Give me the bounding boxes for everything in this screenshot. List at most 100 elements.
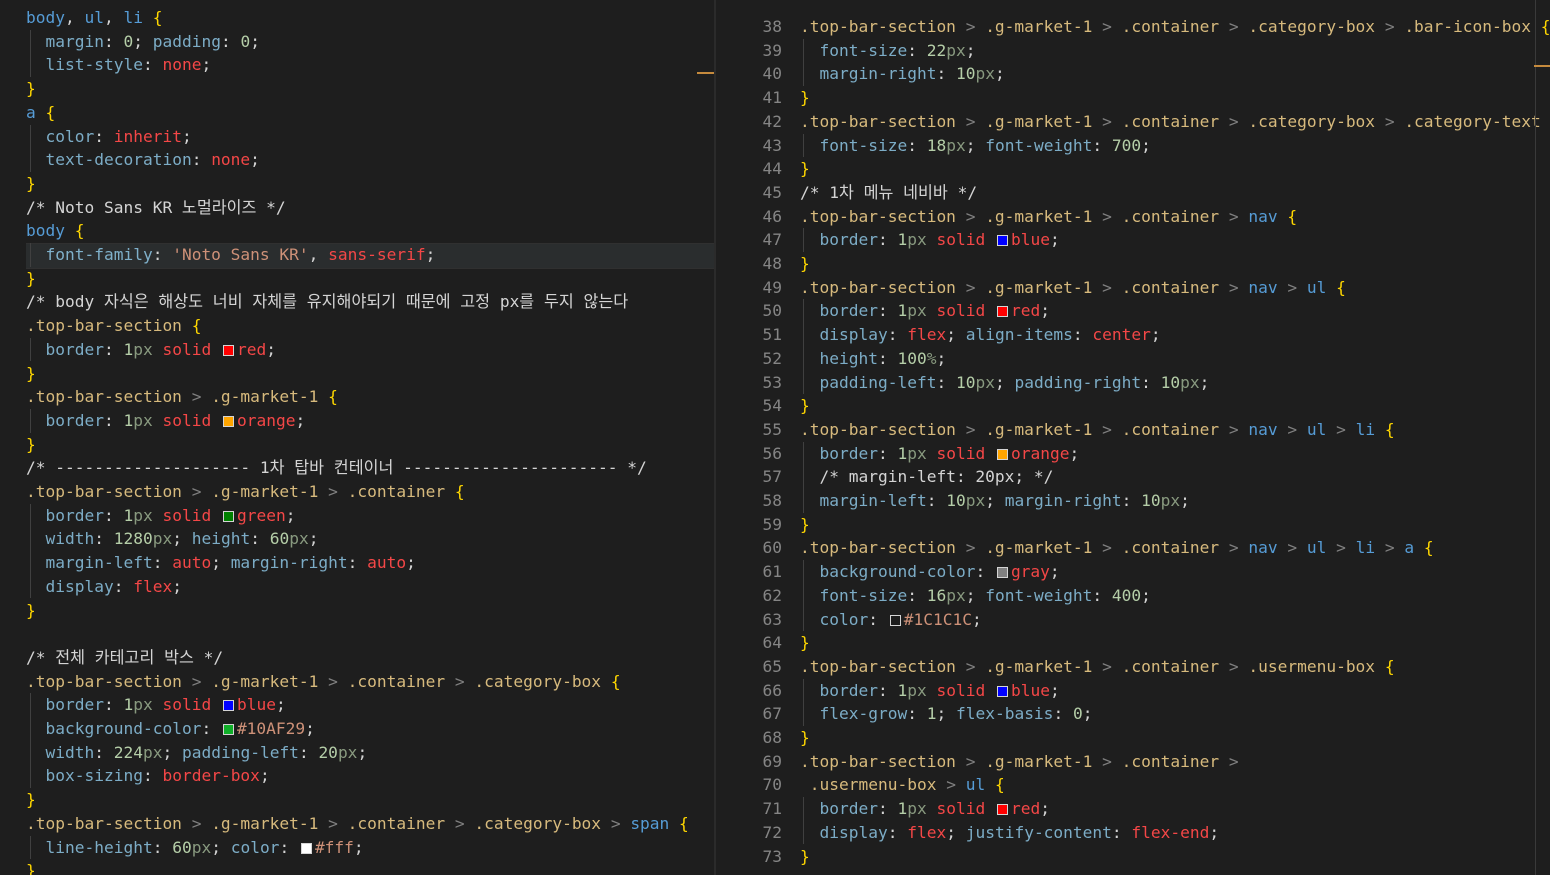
color-swatch[interactable] [996, 567, 1008, 579]
code-line[interactable]: 73} [716, 845, 810, 869]
code-line[interactable]: 54} [716, 394, 810, 418]
indent-guide [803, 38, 804, 87]
code-line[interactable]: 44} [716, 157, 810, 181]
line-number: 50 [762, 301, 783, 321]
code-line[interactable]: 59} [716, 513, 810, 537]
color-swatch[interactable] [222, 700, 234, 712]
code-text: /* 1차 메뉴 네비바 */ [800, 182, 978, 202]
line-number: 46 [762, 206, 783, 226]
code-text: display: flex; [45, 576, 182, 596]
line-number: 73 [762, 846, 783, 866]
code-line[interactable]: 43 font-size: 18px; font-weight: 700; [716, 134, 1151, 158]
code-line[interactable]: 65 .top-bar-section > .g-market-1 > .cont… [716, 655, 1395, 679]
code-line[interactable]: 70 .usermenu-box > ul { [716, 773, 1005, 797]
line-number: 67 [762, 704, 783, 724]
line-number: 68 [762, 728, 783, 747]
code-line[interactable]: 58 margin-left: 10px; margin-right: 10px… [716, 489, 1190, 513]
code-text: /* margin-left: 20px; */ [819, 467, 1054, 487]
code-line[interactable]: 47 border: 1px solid blue; [716, 228, 1060, 252]
code-line[interactable]: 68} [716, 726, 810, 750]
color-swatch[interactable] [222, 724, 234, 735]
code-text: height: 100%; [819, 348, 947, 368]
code-text: font-size: 22px; [819, 40, 976, 60]
editor-pane-left[interactable]: body, ul, li { margin: 0; padding: 0; li… [0, 0, 714, 875]
code-text: display: flex; justify-content: flex-end… [819, 822, 1220, 842]
line-number: 57 [762, 467, 783, 487]
code-line[interactable]: 52 height: 100%; [716, 347, 947, 371]
code-line[interactable]: 72 display: flex; justify-content: flex-… [716, 821, 1220, 845]
line-number: 47 [762, 230, 783, 250]
color-swatch[interactable] [996, 804, 1008, 816]
code-line[interactable]: 53 padding-left: 10px; padding-right: 10… [716, 371, 1210, 395]
code-line[interactable]: 40 margin-right: 10px; [716, 62, 1005, 86]
code-text: } [26, 268, 36, 288]
code-text: .top-bar-section { [26, 316, 202, 336]
line-number: 51 [762, 325, 783, 345]
code-text: body, ul, li { [26, 8, 163, 27]
code-line[interactable]: 51 display: flex; align-items: center; [716, 323, 1161, 347]
line-number: 72 [762, 822, 783, 842]
color-swatch[interactable] [889, 614, 901, 626]
code-line[interactable]: 55 .top-bar-section > .g-market-1 > .cont… [716, 418, 1395, 442]
indent-guide [30, 124, 31, 172]
code-text: } [26, 173, 36, 193]
code-line[interactable]: 67 flex-grow: 1; flex-basis: 0; [716, 702, 1093, 726]
code-line[interactable]: 60 .top-bar-section > .g-market-1 > .cont… [716, 536, 1434, 560]
code-text: /* -------------------- 1차 탑바 컨테이너 -----… [26, 458, 647, 478]
code-text: border: 1px solid blue; [45, 695, 286, 715]
color-swatch[interactable] [996, 685, 1008, 697]
line-number: 42 [762, 111, 783, 131]
code-text: padding-left: 10px; padding-right: 10px; [819, 372, 1210, 392]
line-number: 44 [762, 159, 783, 179]
line-number: 54 [762, 396, 783, 416]
code-line[interactable]: 71 border: 1px solid red; [716, 797, 1050, 821]
code-text: } [26, 79, 36, 99]
line-number: 48 [762, 254, 783, 273]
code-text: margin-left: auto; margin-right: auto; [45, 553, 416, 573]
code-line[interactable]: 42 .top-bar-section > .g-market-1 > .cont… [716, 110, 1541, 134]
code-text: } [26, 861, 36, 875]
code-line[interactable]: 41} [716, 86, 810, 110]
code-line[interactable]: 50 border: 1px solid red; [716, 299, 1050, 323]
code-line[interactable]: 49 .top-bar-section > .g-market-1 > .cont… [716, 276, 1346, 300]
code-text: background-color: gray; [819, 562, 1060, 582]
color-swatch[interactable] [222, 415, 234, 427]
code-text: } [26, 600, 36, 620]
editor-pane-right[interactable]: 38 .top-bar-section > .g-market-1 > .cont… [716, 0, 1550, 875]
code-line[interactable]: 39 font-size: 22px; [716, 39, 976, 63]
line-number: 64 [762, 633, 783, 653]
color-swatch[interactable] [996, 235, 1008, 247]
color-swatch[interactable] [300, 842, 312, 854]
code-line[interactable]: 66 border: 1px solid blue; [716, 679, 1060, 703]
indent-guide [803, 560, 804, 632]
code-line[interactable]: 45 /* 1차 메뉴 네비바 */ [716, 181, 978, 205]
code-line[interactable]: 38 .top-bar-section > .g-market-1 > .cont… [716, 15, 1550, 39]
color-swatch[interactable] [996, 306, 1008, 318]
color-swatch[interactable] [996, 448, 1008, 460]
code-line[interactable]: 46 .top-bar-section > .g-market-1 > .cont… [716, 205, 1298, 229]
code-text: /* body 자식은 해상도 너비 자체를 유지해야되기 때문에 고정 px를… [26, 292, 629, 312]
vertical-scrollbar[interactable] [1535, 0, 1536, 875]
code-text: margin-right: 10px; [819, 64, 1005, 84]
code-text: border: 1px solid orange; [45, 410, 306, 430]
code-line[interactable]: 62 font-size: 16px; font-weight: 400; [716, 584, 1151, 608]
code-line[interactable]: 57 /* margin-left: 20px; */ [716, 465, 1054, 489]
line-number: 45 [762, 182, 783, 202]
code-text: list-style: none; [45, 55, 212, 75]
color-swatch[interactable] [222, 344, 234, 356]
code-text: } [800, 159, 810, 179]
code-text: width: 224px; padding-left: 20px; [45, 742, 368, 762]
code-text: } [800, 633, 810, 653]
overview-ruler-marker [1534, 65, 1550, 67]
line-number: 62 [762, 585, 783, 605]
code-text: } [800, 846, 810, 866]
code-line[interactable]: 56 border: 1px solid orange; [716, 442, 1080, 466]
code-line[interactable]: 61 background-color: gray; [716, 560, 1060, 584]
code-line[interactable]: 48} [716, 252, 810, 276]
line-number: 40 [762, 64, 783, 84]
color-swatch[interactable] [222, 510, 234, 522]
code-line[interactable]: 63 color: #1C1C1C; [716, 608, 982, 632]
code-line[interactable]: 64} [716, 631, 810, 655]
code-text: border: 1px solid red; [819, 799, 1050, 819]
code-line[interactable]: 69 .top-bar-section > .g-market-1 > .cont… [716, 750, 1239, 774]
